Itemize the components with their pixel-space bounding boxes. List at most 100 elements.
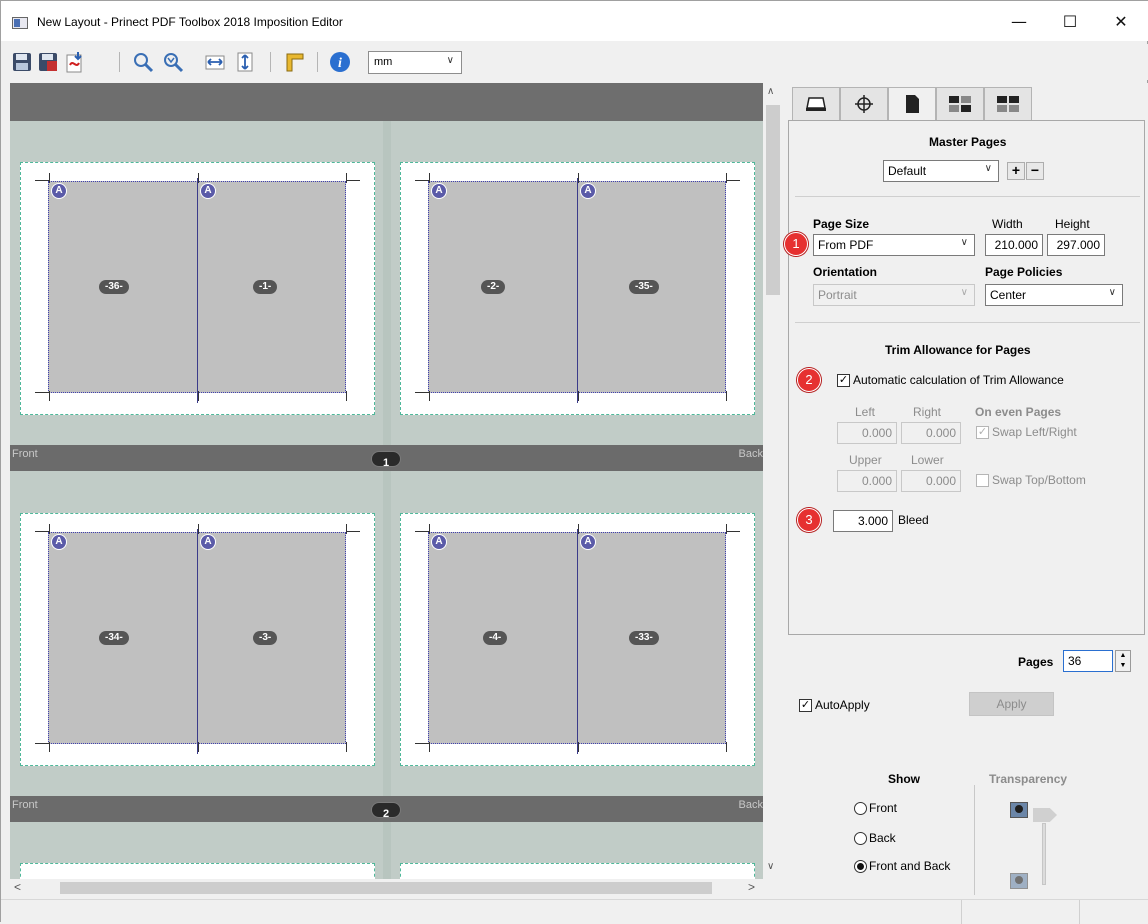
toolbar-separator bbox=[317, 52, 318, 72]
imposition-canvas[interactable]: A A -36- -1- A A -2- -35- Front 1 Back A… bbox=[10, 83, 763, 879]
tab-marks[interactable] bbox=[840, 87, 888, 121]
width-label: Width bbox=[992, 217, 1023, 231]
apply-button[interactable]: Apply bbox=[969, 692, 1054, 716]
page-number-label: -34- bbox=[99, 631, 129, 645]
pages-stepper[interactable]: ▲ ▼ bbox=[1115, 650, 1131, 672]
bleed-label: Bleed bbox=[898, 513, 929, 527]
pages-tab-pane: Master Pages Default ∨ + − Page Size Wid… bbox=[784, 120, 1145, 635]
person-icon bbox=[1010, 873, 1028, 889]
page-number-label: -36- bbox=[99, 280, 129, 294]
trim-lower-input[interactable]: 0.000 bbox=[901, 470, 961, 492]
height-label: Height bbox=[1055, 217, 1090, 231]
tab-grid[interactable] bbox=[984, 87, 1032, 121]
add-master-page-button[interactable]: + bbox=[1007, 162, 1025, 180]
info-icon[interactable]: i bbox=[329, 51, 351, 73]
width-input[interactable]: 210.000 bbox=[985, 234, 1043, 256]
close-button[interactable]: ✕ bbox=[1098, 7, 1144, 37]
page-spread[interactable]: A A -34- -3- bbox=[20, 513, 375, 766]
page-spread[interactable] bbox=[20, 863, 375, 879]
scroll-down-icon[interactable]: ∨ bbox=[767, 861, 774, 872]
chevron-down-icon: ∨ bbox=[1108, 287, 1116, 298]
horizontal-scrollbar[interactable]: < > bbox=[10, 879, 763, 897]
page-number-label: -4- bbox=[483, 631, 508, 645]
page-number-label: -1- bbox=[253, 280, 278, 294]
transparency-slider-thumb[interactable] bbox=[1033, 808, 1057, 822]
minimize-button[interactable]: — bbox=[996, 7, 1042, 37]
save-as-icon[interactable] bbox=[37, 51, 59, 73]
vertical-scrollbar[interactable]: ∧ ∨ bbox=[763, 83, 783, 879]
orientation-value: Portrait bbox=[818, 288, 857, 302]
show-front-radio[interactable] bbox=[854, 802, 867, 815]
ruler-icon[interactable] bbox=[284, 51, 306, 73]
tab-layout[interactable] bbox=[936, 87, 984, 121]
page-spread[interactable]: A A -36- -1- bbox=[20, 162, 375, 415]
page-policies-value: Center bbox=[990, 288, 1027, 302]
sheet: A A -36- -1- A A -2- -35- Front 1 Back bbox=[10, 83, 763, 471]
chevron-down-icon: ∨ bbox=[960, 237, 968, 248]
maximize-button[interactable]: ☐ bbox=[1047, 7, 1093, 37]
trim-left-input[interactable]: 0.000 bbox=[837, 422, 897, 444]
swap-top-bottom-checkbox[interactable] bbox=[976, 474, 989, 487]
auto-trim-checkbox[interactable]: ✓ bbox=[837, 374, 850, 387]
show-back-radio[interactable] bbox=[854, 832, 867, 845]
scroll-thumb[interactable] bbox=[766, 105, 780, 295]
divider bbox=[974, 785, 975, 895]
save-icon[interactable] bbox=[11, 51, 33, 73]
show-front-and-back-radio[interactable] bbox=[854, 860, 867, 873]
unit-select-value: mm bbox=[374, 56, 393, 68]
page-frame bbox=[48, 178, 346, 403]
page-size-select[interactable]: From PDF ∨ bbox=[813, 234, 975, 256]
remove-master-page-button[interactable]: − bbox=[1026, 162, 1044, 180]
sheet-footer: Front 2 Back bbox=[10, 796, 763, 822]
scroll-left-icon[interactable]: < bbox=[14, 880, 21, 894]
master-page-badge: A bbox=[200, 534, 216, 550]
master-pages-select[interactable]: Default ∨ bbox=[883, 160, 999, 182]
master-page-badge: A bbox=[580, 534, 596, 550]
page-number-label: -2- bbox=[481, 280, 506, 294]
scroll-thumb[interactable] bbox=[60, 882, 712, 894]
show-front-and-back-label: Front and Back bbox=[869, 859, 951, 873]
title-bar: New Layout - Prinect PDF Toolbox 2018 Im… bbox=[1, 1, 1148, 41]
autoapply-checkbox[interactable]: ✓ bbox=[799, 699, 812, 712]
front-label: Front bbox=[12, 799, 38, 811]
height-input[interactable]: 297.000 bbox=[1047, 234, 1105, 256]
tab-pages[interactable] bbox=[888, 87, 936, 122]
page-number-label: -3- bbox=[253, 631, 278, 645]
fit-width-icon[interactable] bbox=[204, 51, 226, 73]
toolbar-separator bbox=[270, 52, 271, 72]
page-spread[interactable]: A A -2- -35- bbox=[400, 162, 755, 415]
trim-right-input[interactable]: 0.000 bbox=[901, 422, 961, 444]
page-spread[interactable] bbox=[400, 863, 755, 879]
pages-input[interactable]: 36 bbox=[1063, 650, 1113, 672]
page-spread[interactable]: A A -4- -33- bbox=[400, 513, 755, 766]
master-page-badge: A bbox=[431, 534, 447, 550]
transparency-slider-track[interactable] bbox=[1042, 823, 1046, 885]
trim-upper-input[interactable]: 0.000 bbox=[837, 470, 897, 492]
page-policies-select[interactable]: Center ∨ bbox=[985, 284, 1123, 306]
person-icon bbox=[1010, 802, 1028, 818]
autoapply-label: AutoApply bbox=[815, 698, 870, 712]
zoom-out-icon[interactable] bbox=[162, 51, 184, 73]
right-label: Right bbox=[913, 405, 942, 419]
status-bar bbox=[1, 899, 1148, 924]
chevron-down-icon: ∨ bbox=[984, 163, 992, 174]
callout-marker-2: 2 bbox=[797, 368, 821, 392]
zoom-in-icon[interactable] bbox=[132, 51, 154, 73]
bleed-input[interactable]: 3.000 bbox=[833, 510, 893, 532]
swap-left-right-checkbox[interactable]: ✓ bbox=[976, 426, 989, 439]
orientation-select[interactable]: Portrait ∨ bbox=[813, 284, 975, 306]
export-pdf-icon[interactable] bbox=[64, 51, 86, 73]
page-frame bbox=[428, 178, 726, 403]
unit-select[interactable]: mm ∨ bbox=[368, 51, 462, 74]
left-label: Left bbox=[855, 405, 876, 419]
page-number-label: -33- bbox=[629, 631, 659, 645]
divider bbox=[795, 196, 1140, 197]
upper-label: Upper bbox=[849, 453, 882, 467]
status-divider bbox=[961, 900, 962, 924]
scroll-right-icon[interactable]: > bbox=[748, 880, 755, 894]
tab-sheet[interactable] bbox=[792, 87, 840, 121]
scroll-up-icon[interactable]: ∧ bbox=[767, 86, 774, 97]
pages-label: Pages bbox=[1018, 655, 1054, 669]
fit-height-icon[interactable] bbox=[234, 51, 256, 73]
grid-icon bbox=[997, 96, 1019, 112]
